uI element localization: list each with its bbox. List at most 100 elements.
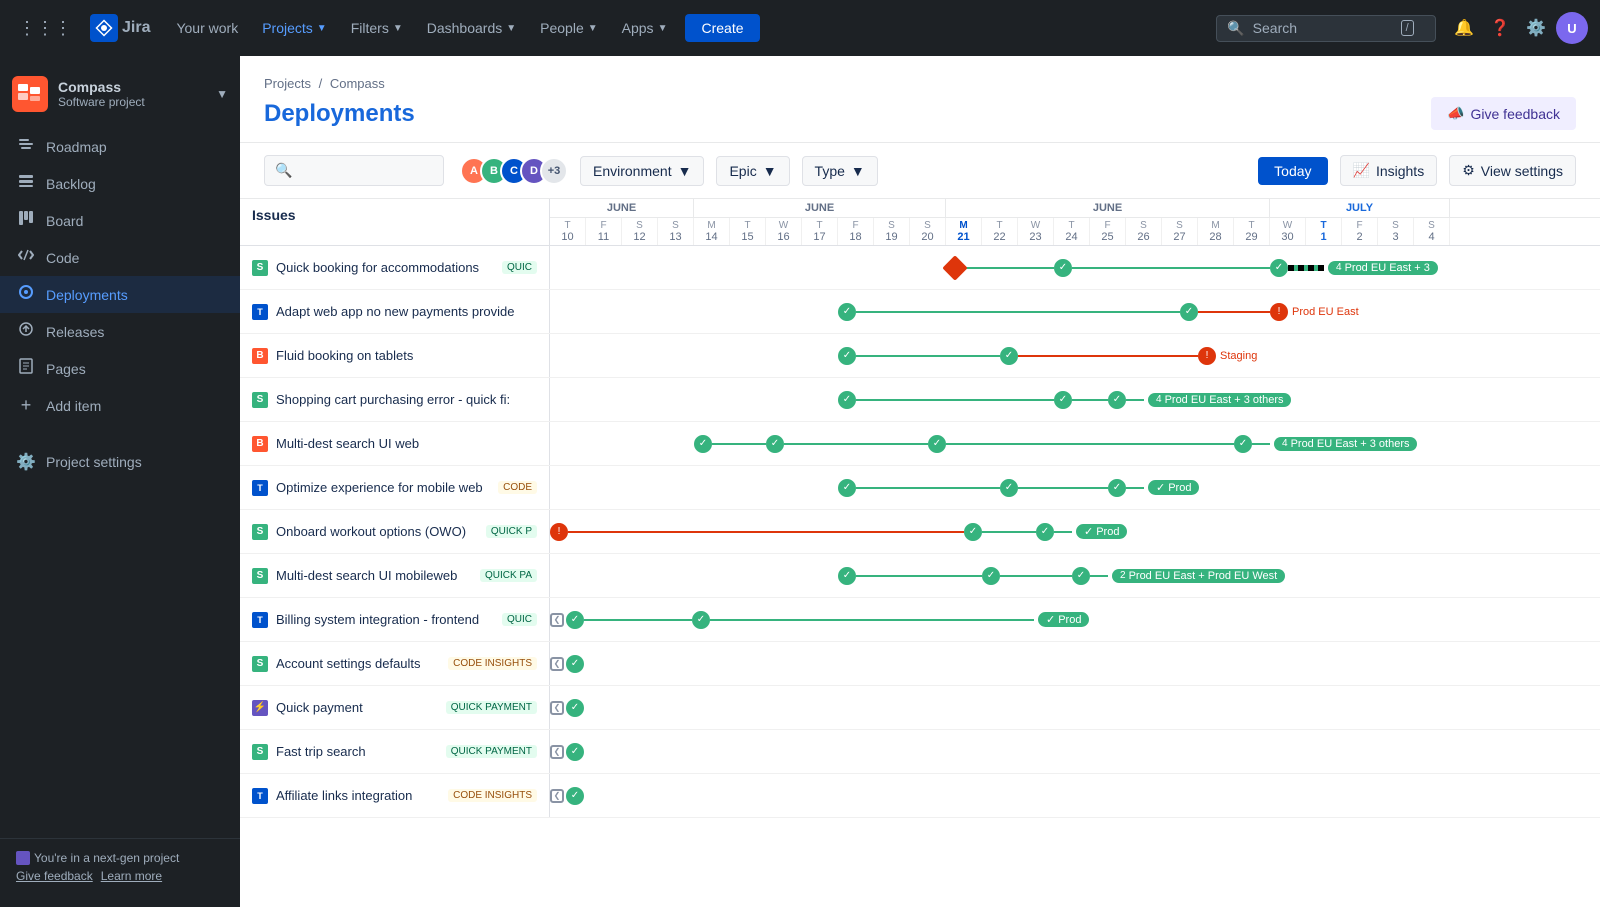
- notifications-icon[interactable]: 🔔: [1448, 12, 1480, 44]
- issue-cell-9[interactable]: T Billing system integration - frontend …: [240, 598, 550, 641]
- timeline-row-2: ✓ ✓ ! Prod EU East: [550, 290, 1600, 334]
- issue-text-11: Quick payment: [276, 700, 438, 715]
- search-icon: 🔍: [1227, 20, 1244, 37]
- give-feedback-button[interactable]: 📣 Give feedback: [1431, 97, 1576, 130]
- give-feedback-link[interactable]: Give feedback: [16, 869, 93, 883]
- people-nav[interactable]: People ▼: [530, 14, 608, 42]
- issue-icon-task3: T: [252, 612, 268, 628]
- grid-menu[interactable]: ⋮⋮⋮: [12, 12, 78, 45]
- apps-nav[interactable]: Apps ▼: [612, 14, 678, 42]
- dashboards-nav[interactable]: Dashboards ▼: [417, 14, 526, 42]
- sidebar-item-roadmap[interactable]: Roadmap: [0, 128, 240, 165]
- pages-icon: [16, 358, 36, 379]
- issue-cell-6[interactable]: T Optimize experience for mobile web COD…: [240, 466, 550, 509]
- month-june-2: JUNE: [694, 199, 946, 217]
- sidebar-item-board[interactable]: Board: [0, 202, 240, 239]
- day-13: S13: [658, 218, 694, 245]
- issue-cell-2[interactable]: T Adapt web app no new payments provide: [240, 290, 550, 333]
- table-row: T Affiliate links integration CODE INSIG…: [240, 774, 1600, 818]
- issue-tag-6: CODE: [498, 481, 537, 494]
- type-filter[interactable]: Type ▼: [802, 156, 878, 186]
- sidebar-item-code[interactable]: Code: [0, 239, 240, 276]
- issue-text-12: Fast trip search: [276, 744, 438, 759]
- issue-cell-4[interactable]: S Shopping cart purchasing error - quick…: [240, 378, 550, 421]
- issue-cell-12[interactable]: S Fast trip search QUICK PAYMENT: [240, 730, 550, 773]
- scroll-left-icon2: ❮: [550, 657, 564, 671]
- sidebar-item-pages[interactable]: Pages: [0, 350, 240, 387]
- avatar-count[interactable]: +3: [540, 157, 568, 185]
- sidebar-item-backlog[interactable]: Backlog: [0, 165, 240, 202]
- epic-filter[interactable]: Epic ▼: [716, 156, 789, 186]
- timeline-row-4: ✓ ✓ ✓ 4 Prod EU East + 3 others: [550, 378, 1600, 422]
- board-icon: [16, 210, 36, 231]
- settings-icon[interactable]: ⚙️: [1520, 12, 1552, 44]
- timeline-row-5: ✓ ✓ ✓ ✓ 4 Prod EU East + 3 others: [550, 422, 1600, 466]
- search-input[interactable]: [1253, 20, 1393, 36]
- breadcrumb-projects[interactable]: Projects: [264, 76, 311, 91]
- table-row: B Multi-dest search UI web ✓ ✓ ✓: [240, 422, 1600, 466]
- issue-cell-3[interactable]: B Fluid booking on tablets: [240, 334, 550, 377]
- learn-more-link[interactable]: Learn more: [101, 869, 162, 883]
- user-avatar[interactable]: U: [1556, 12, 1588, 44]
- issue-cell-11[interactable]: ⚡ Quick payment QUICK PAYMENT: [240, 686, 550, 729]
- grid-icon[interactable]: ⋮⋮⋮: [12, 12, 78, 45]
- day-jul2: F2: [1342, 218, 1378, 245]
- jira-logo[interactable]: Jira: [90, 14, 150, 42]
- projects-nav[interactable]: Projects ▼: [252, 14, 336, 42]
- bottom-project-text: You're in a next-gen project: [34, 851, 179, 865]
- issue-icon-bug: B: [252, 348, 268, 364]
- sidebar-item-add-item[interactable]: + Add item: [0, 387, 240, 424]
- issue-text-8: Multi-dest search UI mobileweb: [276, 568, 472, 583]
- issue-icon-lightning: ⚡: [252, 700, 268, 716]
- issue-cell-5[interactable]: B Multi-dest search UI web: [240, 422, 550, 465]
- day-row: T10 F11 S12 S13 M14 T15 W16 T17 F18 S19 …: [550, 218, 1600, 245]
- environment-filter[interactable]: Environment ▼: [580, 156, 704, 186]
- issue-cell-8[interactable]: S Multi-dest search UI mobileweb QUICK P…: [240, 554, 550, 597]
- day-22: T22: [982, 218, 1018, 245]
- today-button[interactable]: Today: [1258, 157, 1327, 185]
- month-july: JULY: [1270, 199, 1450, 217]
- sidebar-bottom: You're in a next-gen project Give feedba…: [0, 838, 240, 895]
- issue-cell-13[interactable]: T Affiliate links integration CODE INSIG…: [240, 774, 550, 817]
- backlog-label: Backlog: [46, 176, 224, 192]
- issue-cell-1[interactable]: S Quick booking for accommodations QUIC: [240, 246, 550, 289]
- issue-text-3: Fluid booking on tablets: [276, 348, 537, 363]
- project-header[interactable]: Compass Software project ▼: [0, 68, 240, 120]
- issue-cell-10[interactable]: S Account settings defaults CODE INSIGHT…: [240, 642, 550, 685]
- table-row: ⚡ Quick payment QUICK PAYMENT ❮ ✓: [240, 686, 1600, 730]
- page-title-row: Deployments 📣 Give feedback: [264, 97, 1576, 130]
- main-content: Projects / Compass Deployments 📣 Give fe…: [240, 56, 1600, 907]
- releases-label: Releases: [46, 324, 224, 340]
- view-settings-button[interactable]: ⚙ View settings: [1449, 155, 1576, 186]
- timeline-row-1: ✓ ✓ 4 Prod EU East + 3: [550, 246, 1600, 290]
- timeline-header: JUNE JUNE JUNE JULY T10 F11 S12 S13 M14: [550, 199, 1600, 245]
- code-icon: [16, 247, 36, 268]
- type-caret: ▼: [851, 163, 865, 179]
- month-row: JUNE JUNE JUNE JULY: [550, 199, 1600, 218]
- insights-button[interactable]: 📈 Insights: [1340, 155, 1438, 186]
- timeline-row-9: ❮ ✓ ✓ ✓ Prod: [550, 598, 1600, 642]
- table-row: S Fast trip search QUICK PAYMENT ❮ ✓: [240, 730, 1600, 774]
- issue-text-1: Quick booking for accommodations: [276, 260, 494, 275]
- sidebar-item-deployments[interactable]: Deployments: [0, 276, 240, 313]
- search-filter-box[interactable]: 🔍: [264, 155, 444, 186]
- issue-icon-story2: S: [252, 392, 268, 408]
- day-25: F25: [1090, 218, 1126, 245]
- sidebar-bottom-links: Give feedback Learn more: [16, 869, 224, 883]
- filters-caret: ▼: [393, 23, 403, 34]
- your-work-nav[interactable]: Your work: [166, 14, 248, 42]
- sidebar-item-project-settings[interactable]: ⚙️ Project settings: [16, 444, 224, 480]
- roadmap-icon: [16, 136, 36, 157]
- issue-cell-7[interactable]: S Onboard workout options (OWO) QUICK P: [240, 510, 550, 553]
- table-row: T Adapt web app no new payments provide …: [240, 290, 1600, 334]
- breadcrumb-compass[interactable]: Compass: [330, 76, 385, 91]
- filter-search-input[interactable]: [298, 163, 418, 179]
- search-box[interactable]: 🔍 /: [1216, 15, 1436, 42]
- sidebar-item-releases[interactable]: Releases: [0, 313, 240, 350]
- search-shortcut: /: [1401, 20, 1414, 36]
- create-button[interactable]: Create: [685, 14, 759, 42]
- help-icon[interactable]: ❓: [1484, 12, 1516, 44]
- toolbar: 🔍 A B C D +3 Environment ▼ Epic ▼ Type ▼: [240, 143, 1600, 199]
- filters-nav[interactable]: Filters ▼: [341, 14, 413, 42]
- page-title: Deployments: [264, 100, 415, 128]
